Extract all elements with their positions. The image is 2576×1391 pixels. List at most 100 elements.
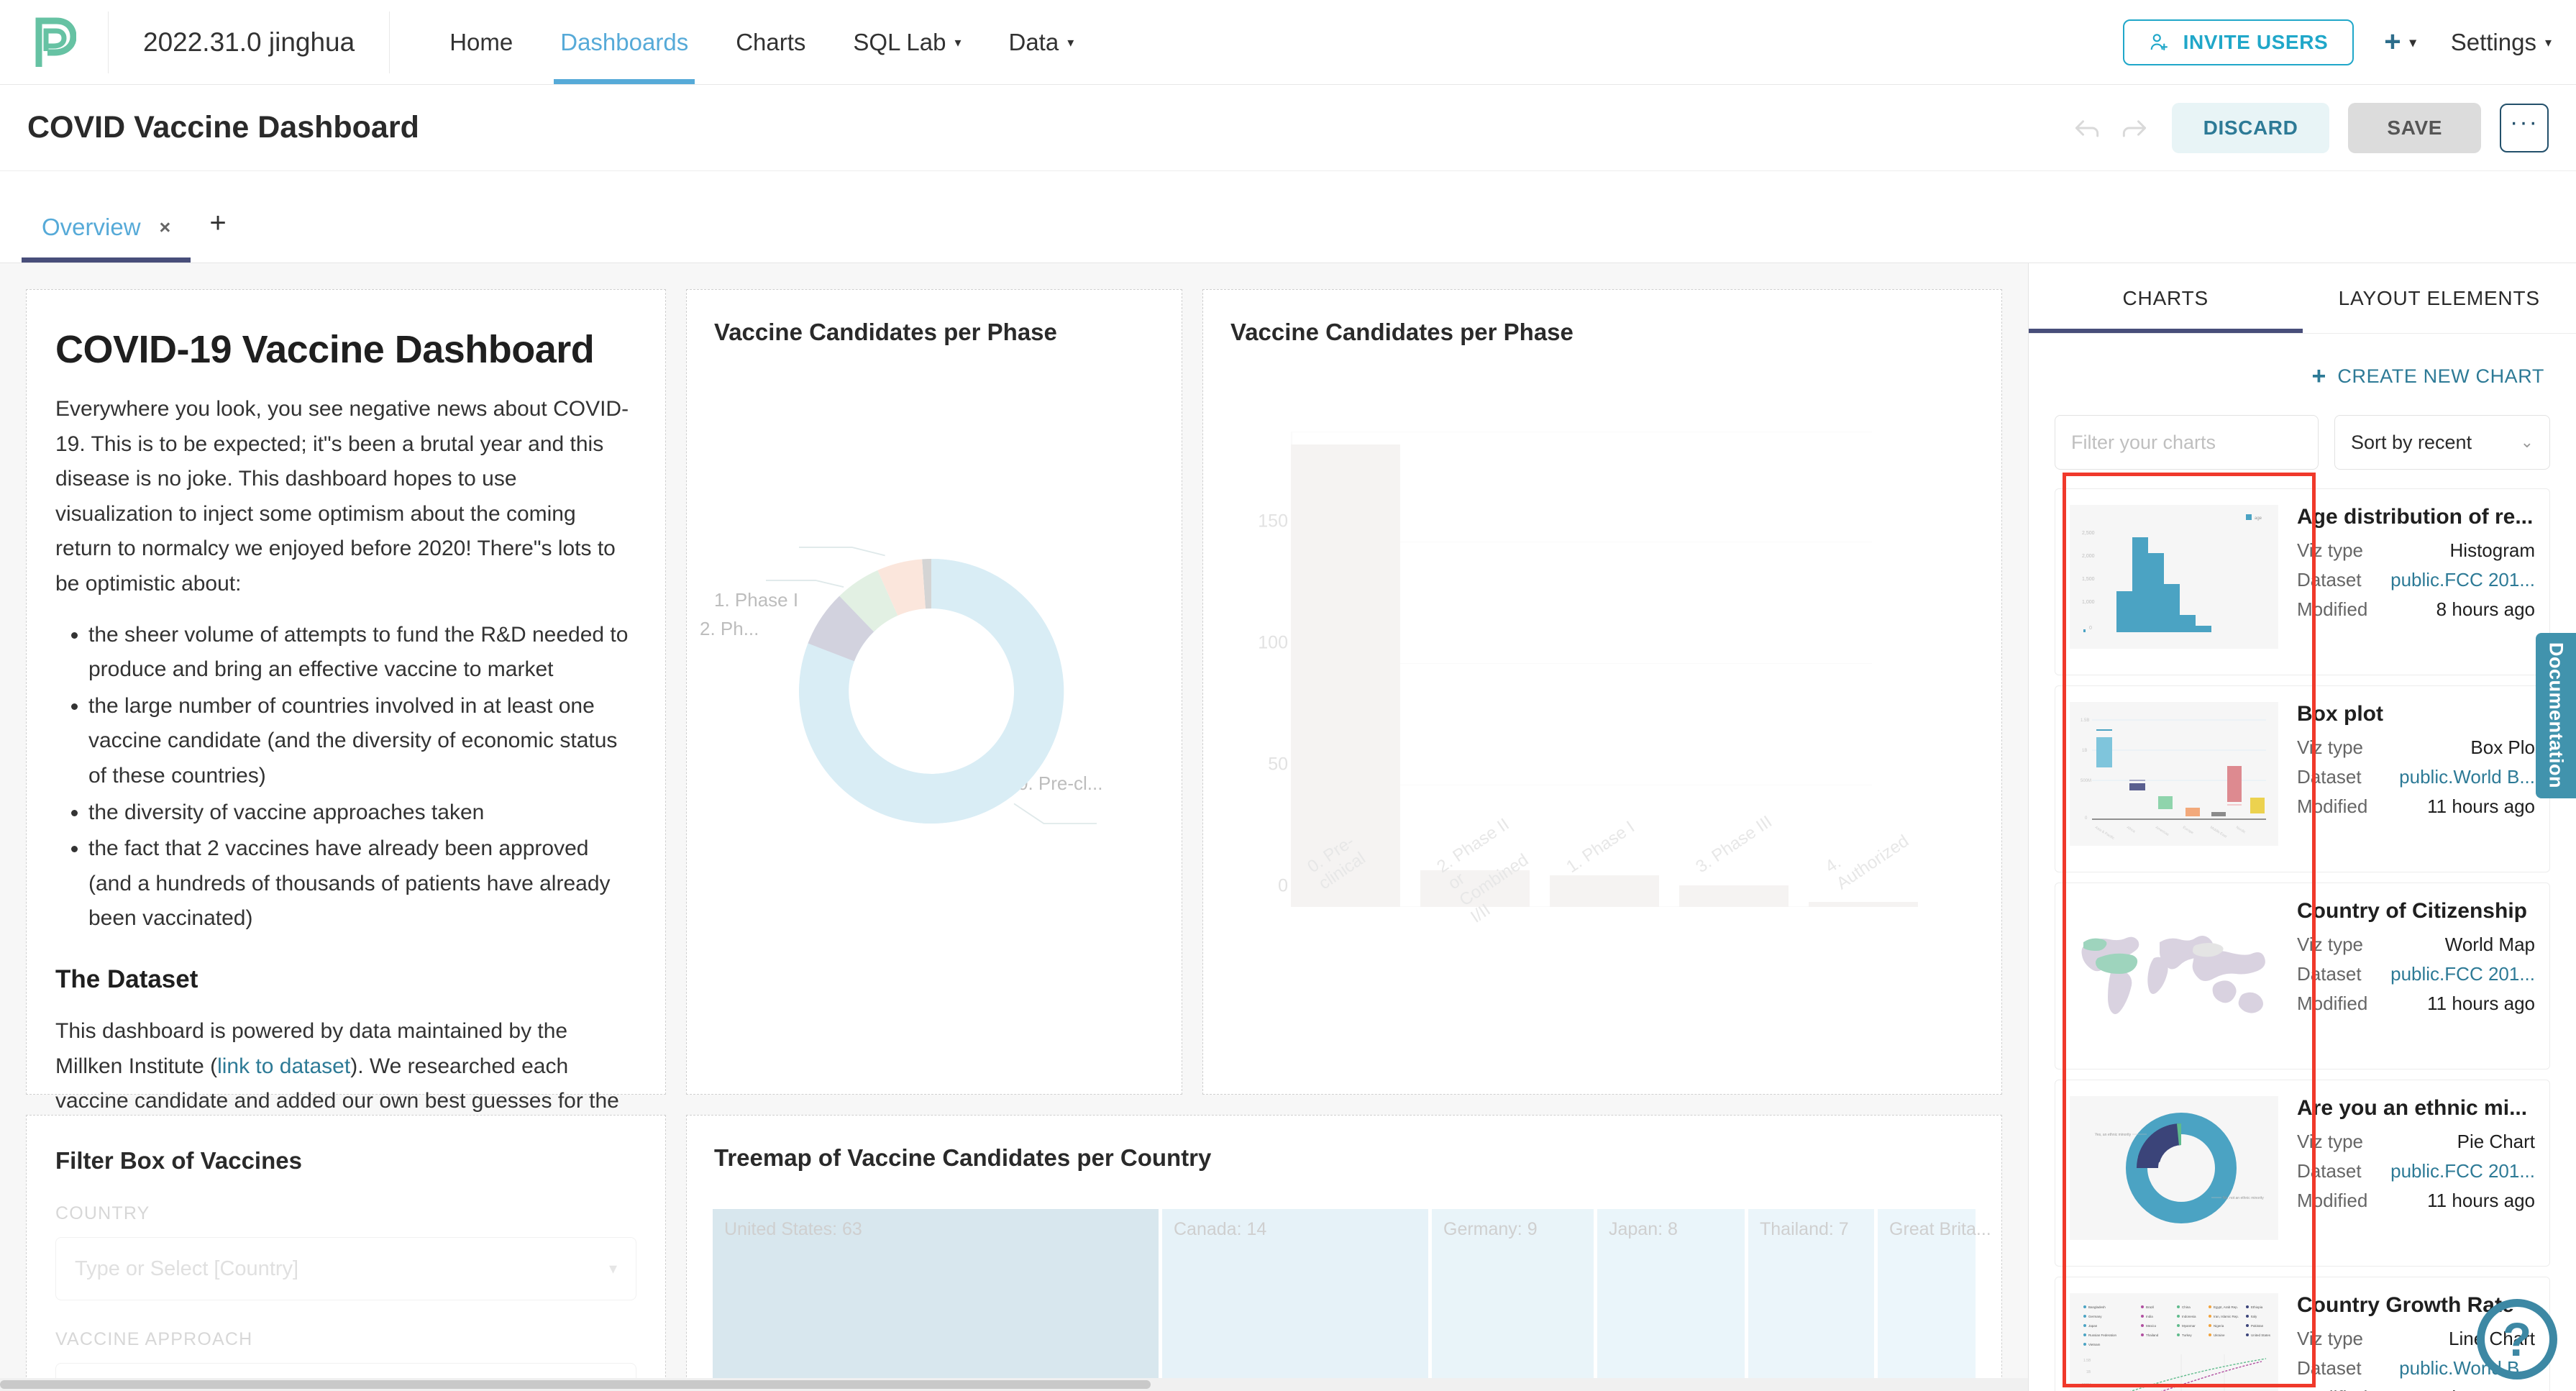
chart-card-modified-row: Modified11 hours ago — [2297, 993, 2535, 1015]
chart-card-modified-row: Modified8 hours ago — [2297, 598, 2535, 621]
chart-thumbnail-boxplot: 1.5B1B500M0 Asia & Pacific Africa Americ… — [2070, 702, 2278, 846]
top-navbar: 2022.31.0 jinghua Home Dashboards Charts… — [0, 0, 2576, 85]
dataset-value[interactable]: public.FCC 201... — [2390, 569, 2535, 591]
nav-right-actions: INVITE USERS + ▾ Settings ▾ — [2123, 19, 2576, 65]
new-item-button[interactable]: + ▾ — [2384, 26, 2416, 58]
svg-text:1,000: 1,000 — [2082, 600, 2095, 605]
markdown-card[interactable]: COVID-19 Vaccine Dashboard Everywhere yo… — [26, 289, 666, 1095]
donut-chart-card[interactable]: Vaccine Candidates per Phase 1. Phase I … — [686, 289, 1182, 1095]
right-side-panel: CHARTS LAYOUT ELEMENTS + CREATE NEW CHAR… — [2028, 263, 2576, 1391]
tab-charts[interactable]: CHARTS — [2029, 263, 2303, 333]
viz-type-label: Viz type — [2297, 1131, 2363, 1153]
dataset-value[interactable]: public.FCC 201... — [2390, 963, 2535, 985]
filter-box-card[interactable]: Filter Box of Vaccines COUNTRY Type or S… — [26, 1115, 666, 1391]
redo-icon[interactable] — [2119, 112, 2150, 144]
dataset-value[interactable]: public.FCC 201... — [2390, 1160, 2535, 1182]
list-item: the diversity of vaccine approaches take… — [88, 795, 636, 831]
horizontal-scrollbar[interactable] — [0, 1378, 2028, 1391]
histogram-icon: 2,5002,000 1,5001,0000 age — [2073, 508, 2275, 645]
treemap-cell-great-britain[interactable]: Great Brita... — [1878, 1209, 1976, 1391]
modified-value: 8 hours ago — [2436, 598, 2535, 621]
svg-text:Myanmar: Myanmar — [2182, 1324, 2196, 1328]
treemap-cell-label: Canada: 14 — [1174, 1219, 1266, 1240]
country-filter-label: COUNTRY — [55, 1203, 636, 1224]
save-button[interactable]: SAVE — [2348, 103, 2481, 153]
svg-text:Nigeria: Nigeria — [2214, 1324, 2224, 1328]
donut-svg — [766, 526, 1097, 857]
svg-text:Ukraine: Ukraine — [2214, 1333, 2225, 1337]
bar-chart-area: 150 100 50 0 0. Pre-clinical 2. Phase II… — [1232, 389, 1965, 907]
treemap-cell-united-states[interactable]: United States: 63 — [713, 1209, 1159, 1391]
chevron-down-icon: ▾ — [2545, 36, 2552, 49]
svg-text:China: China — [2182, 1305, 2191, 1309]
add-tab-button[interactable]: + — [191, 207, 245, 263]
nav-item-dashboards[interactable]: Dashboards — [536, 0, 712, 84]
dataset-value[interactable]: public.World B... — [2399, 766, 2535, 788]
sort-select[interactable]: Sort by recent ⌄ — [2334, 415, 2550, 470]
tab-layout-elements[interactable]: LAYOUT ELEMENTS — [2303, 263, 2576, 333]
chart-card[interactable]: Country of Citizenship Viz typeWorld Map… — [2055, 883, 2550, 1070]
bar-chart-card[interactable]: Vaccine Candidates per Phase 150 100 50 … — [1202, 289, 2002, 1095]
markdown-intro: Everywhere you look, you see negative ne… — [55, 392, 636, 602]
nav-label: Data — [1009, 29, 1059, 56]
svg-text:No, not an ethnic minority: No, not an ethnic minority — [2223, 1196, 2264, 1200]
plus-icon: + — [2384, 26, 2401, 58]
chart-card-title: Are you an ethnic mi... — [2297, 1096, 2535, 1121]
sort-value: Sort by recent — [2351, 432, 2472, 454]
nav-item-home[interactable]: Home — [426, 0, 536, 84]
dashboard-row-2: Filter Box of Vaccines COUNTRY Type or S… — [0, 1115, 2028, 1391]
undo-redo-group — [2071, 112, 2150, 144]
chart-filter-input[interactable]: Filter your charts — [2055, 415, 2319, 470]
nav-item-charts[interactable]: Charts — [712, 0, 829, 84]
documentation-tab[interactable]: Documentation — [2536, 633, 2576, 798]
markdown-heading: COVID-19 Vaccine Dashboard — [55, 327, 636, 372]
svg-text:Brazil: Brazil — [2146, 1305, 2154, 1309]
nav-divider — [389, 12, 390, 73]
chart-card[interactable]: Bangladesh Brazil China Egypt, Arab Rep.… — [2055, 1277, 2550, 1391]
svg-text:2,500: 2,500 — [2082, 531, 2095, 536]
list-item: the large number of countries involved i… — [88, 689, 636, 794]
treemap-cell-germany[interactable]: Germany: 9 — [1432, 1209, 1594, 1391]
nav-item-sql-lab[interactable]: SQL Lab▾ — [829, 0, 985, 84]
nav-label: Home — [449, 29, 513, 56]
chart-card[interactable]: 2,5002,000 1,5001,0000 age Age distribut… — [2055, 488, 2550, 675]
chart-card[interactable]: Yes, an ethnic minority No, not an ethni… — [2055, 1080, 2550, 1267]
nav-item-data[interactable]: Data▾ — [985, 0, 1098, 84]
dashboard-header: COVID Vaccine Dashboard DISCARD SAVE ··· — [0, 85, 2576, 171]
treemap-cell-thailand[interactable]: Thailand: 7 — [1748, 1209, 1874, 1391]
treemap-area: United States: 63 Canada: 14 Germany: 9 … — [713, 1209, 1976, 1391]
scrollbar-thumb[interactable] — [0, 1380, 1151, 1389]
create-new-chart-button[interactable]: + CREATE NEW CHART — [2029, 334, 2576, 391]
undo-icon[interactable] — [2071, 112, 2103, 144]
viz-type-label: Viz type — [2297, 1328, 2363, 1350]
discard-button[interactable]: DISCARD — [2172, 103, 2330, 153]
chart-card-title: Country of Citizenship — [2297, 899, 2535, 923]
close-icon[interactable]: × — [160, 216, 171, 239]
page-title[interactable]: COVID Vaccine Dashboard — [27, 110, 419, 145]
help-button[interactable]: ? — [2477, 1299, 2557, 1379]
boxplot-icon: 1.5B1B500M0 Asia & Pacific Africa Americ… — [2073, 706, 2275, 842]
superset-logo[interactable] — [0, 0, 108, 84]
chart-card[interactable]: 1.5B1B500M0 Asia & Pacific Africa Americ… — [2055, 685, 2550, 872]
viz-type-label: Viz type — [2297, 736, 2363, 759]
markdown-subheading: The Dataset — [55, 965, 636, 994]
invite-users-button[interactable]: INVITE USERS — [2123, 19, 2355, 65]
chart-card-title: Box plot — [2297, 702, 2535, 726]
svg-text:Ethiopia: Ethiopia — [2251, 1305, 2263, 1309]
modified-label: Modified — [2297, 1387, 2367, 1391]
treemap-card[interactable]: Treemap of Vaccine Candidates per Countr… — [686, 1115, 2002, 1391]
treemap-cell-japan[interactable]: Japan: 8 — [1597, 1209, 1745, 1391]
nav-label: SQL Lab — [853, 29, 946, 56]
modified-value: 11 hours ago — [2427, 1387, 2535, 1391]
settings-menu[interactable]: Settings ▾ — [2451, 29, 2552, 56]
donut-chart-icon: Yes, an ethnic minority No, not an ethni… — [2073, 1100, 2275, 1236]
chart-card-list[interactable]: 2,5002,000 1,5001,0000 age Age distribut… — [2029, 470, 2576, 1391]
dataset-link[interactable]: link to dataset — [217, 1054, 350, 1078]
svg-text:500M: 500M — [2082, 1383, 2091, 1387]
more-options-button[interactable]: ··· — [2500, 104, 2549, 152]
tab-overview[interactable]: Overview × — [22, 214, 191, 263]
svg-text:Russian Federation: Russian Federation — [2088, 1333, 2117, 1337]
treemap-cell-canada[interactable]: Canada: 14 — [1162, 1209, 1428, 1391]
country-filter-input[interactable]: Type or Select [Country] ▾ — [55, 1237, 636, 1300]
chart-card-dataset-row: Datasetpublic.FCC 201... — [2297, 1160, 2535, 1182]
